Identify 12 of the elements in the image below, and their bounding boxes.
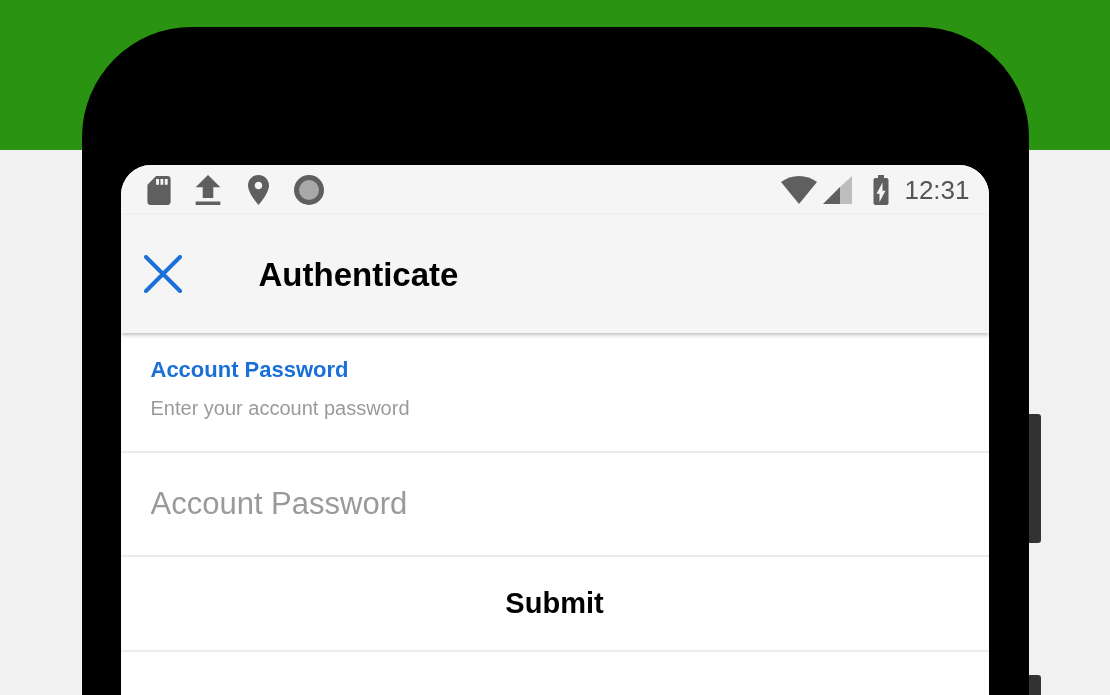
section-description: Enter your account password: [150, 398, 410, 418]
app-bar-title: Authenticate: [258, 257, 459, 291]
section-title: Account Password: [150, 359, 349, 381]
status-time: 12:31: [904, 177, 970, 203]
wifi-icon: [781, 176, 818, 204]
sd-card-icon: [146, 175, 171, 205]
location-pin-icon: [247, 175, 269, 205]
battery-charging-icon: [871, 175, 892, 205]
side-button[interactable]: [1028, 414, 1041, 543]
record-circle-icon: [293, 175, 324, 205]
signal-icon: [823, 176, 853, 204]
close-icon: [143, 255, 182, 293]
